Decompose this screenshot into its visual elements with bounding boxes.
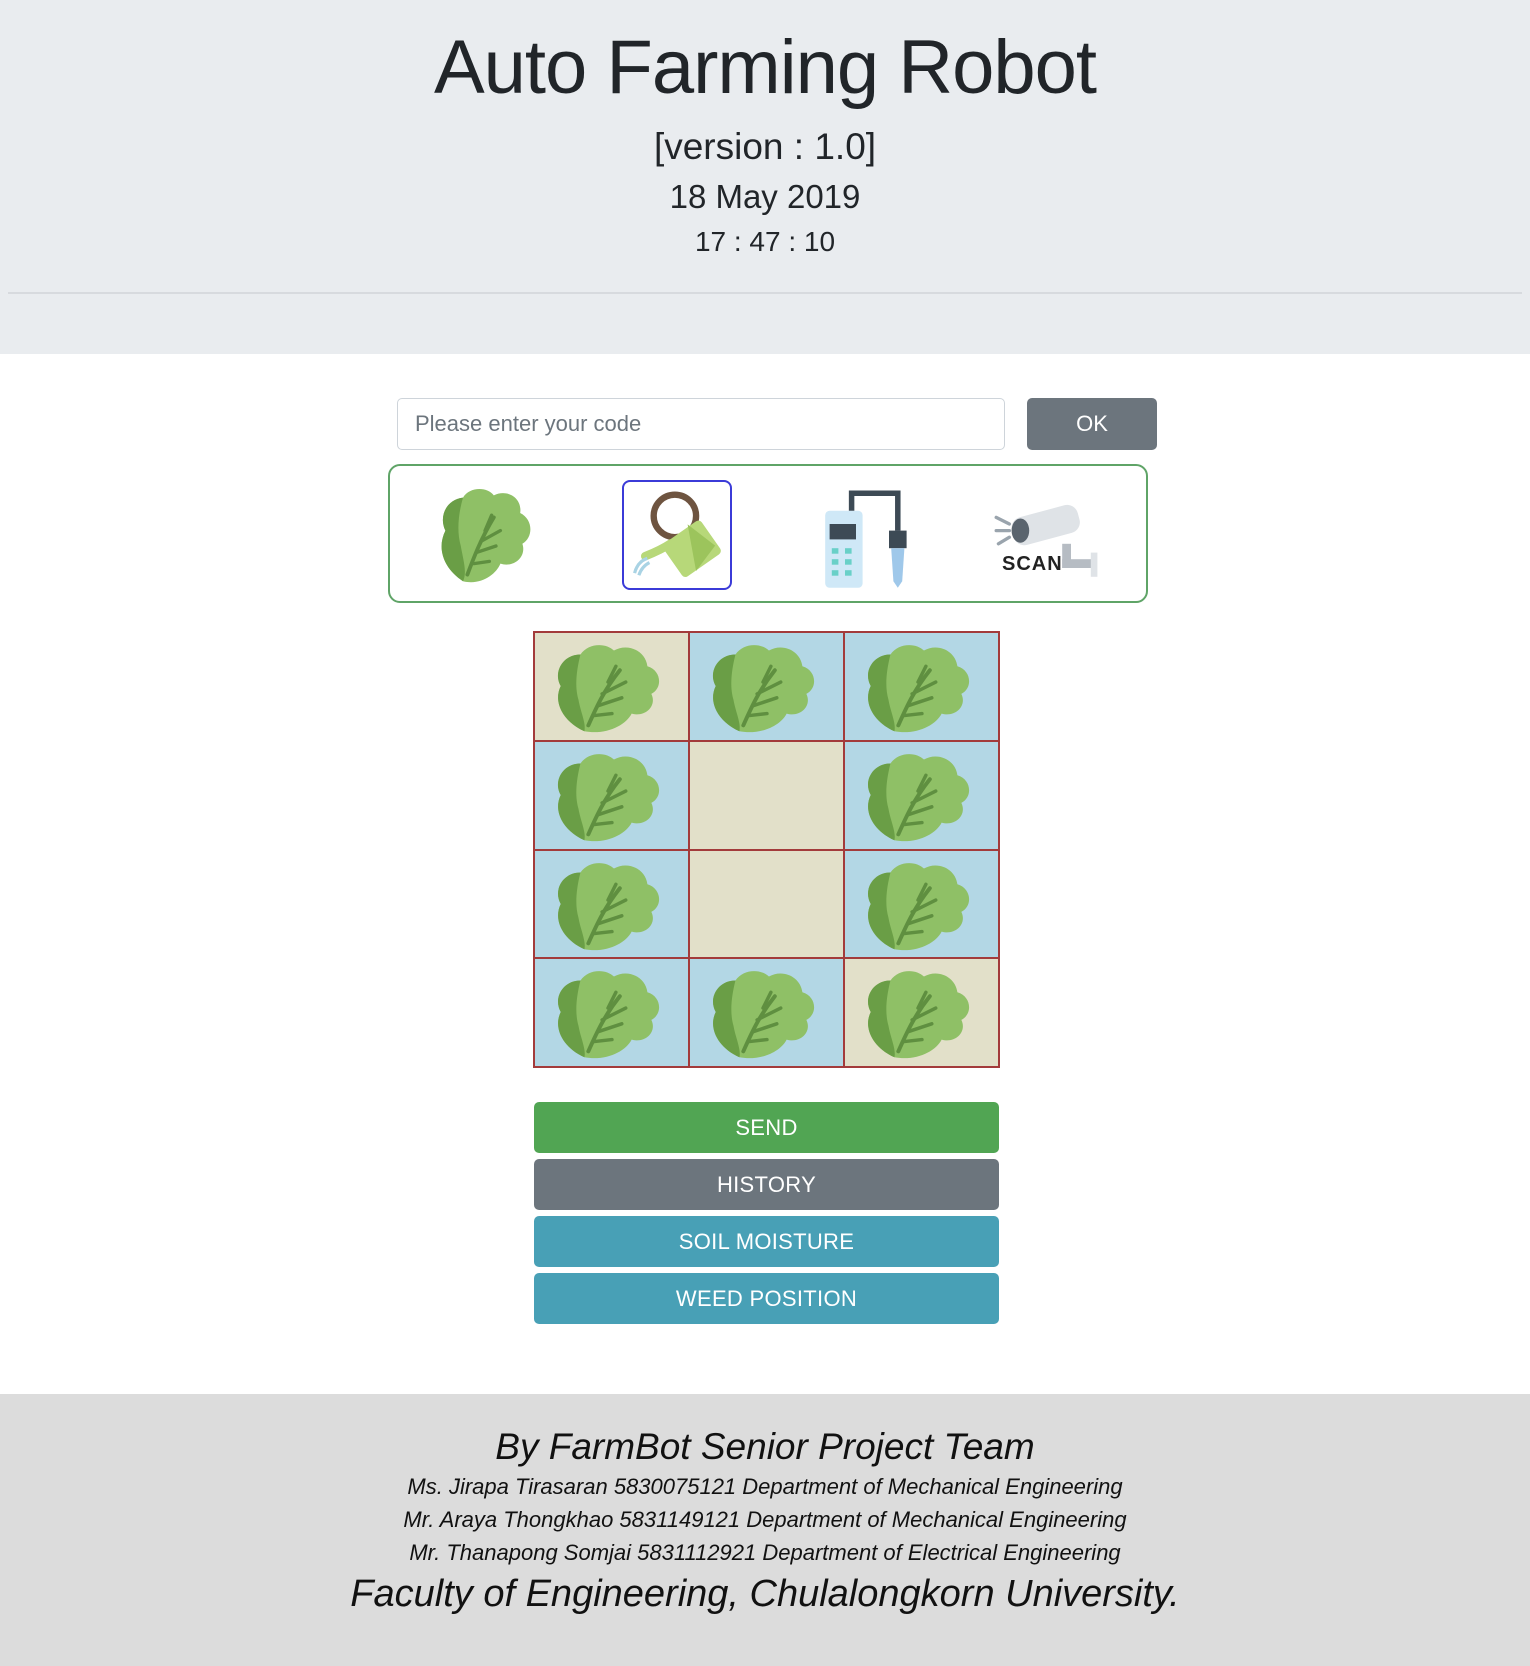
soil-sensor-icon	[825, 490, 907, 588]
header-divider	[8, 292, 1522, 294]
field-cell[interactable]	[689, 740, 844, 850]
lettuce-icon	[558, 645, 660, 733]
field-cell[interactable]	[534, 740, 689, 850]
page-title: Auto Farming Robot	[433, 25, 1097, 110]
field-cell[interactable]	[689, 849, 844, 959]
lettuce-icon	[713, 971, 815, 1059]
soil-moisture-button[interactable]: SOIL MOISTURE	[534, 1216, 999, 1267]
field-cell[interactable]	[534, 632, 689, 741]
field-cell[interactable]	[534, 849, 689, 959]
lettuce-icon	[868, 971, 970, 1059]
lettuce-icon	[868, 645, 970, 733]
scan-label: SCAN	[1002, 553, 1063, 575]
ok-button[interactable]: OK	[1027, 398, 1157, 450]
team-member: Mr. Araya Thongkhao 5831149121 Departmen…	[403, 1507, 1127, 1532]
weed-position-button[interactable]: WEED POSITION	[534, 1273, 999, 1324]
field-cell[interactable]	[844, 958, 999, 1067]
team-member: Ms. Jirapa Tirasaran 5830075121 Departme…	[407, 1474, 1123, 1499]
version-label: [version : 1.0]	[653, 126, 877, 167]
lettuce-icon	[441, 489, 531, 583]
code-input[interactable]	[397, 398, 1005, 450]
time-label: 17 : 47 : 10	[694, 226, 836, 257]
lettuce-icon	[558, 753, 660, 841]
lettuce-icon	[713, 645, 815, 733]
field-cell[interactable]	[689, 632, 844, 741]
tool-plant[interactable]	[430, 480, 540, 590]
history-button[interactable]: HISTORY	[534, 1159, 999, 1210]
tool-sensor[interactable]	[812, 480, 922, 590]
team-member: Mr. Thanapong Somjai 5831112921 Departme…	[409, 1540, 1121, 1565]
header: Auto Farming Robot [version : 1.0] 18 Ma…	[0, 0, 1530, 354]
field-grid	[533, 631, 1000, 1068]
team-title: By FarmBot Senior Project Team	[495, 1426, 1035, 1467]
field-cell[interactable]	[844, 849, 999, 959]
field-cell[interactable]	[844, 632, 999, 741]
field-cell[interactable]	[844, 740, 999, 850]
lettuce-icon	[868, 753, 970, 841]
lettuce-icon	[558, 971, 660, 1059]
date-label: 18 May 2019	[669, 178, 861, 215]
tool-water[interactable]	[622, 480, 732, 590]
send-button[interactable]: SEND	[534, 1102, 999, 1153]
code-form: OK	[397, 398, 1157, 450]
faculty-label: Faculty of Engineering, Chulalongkorn Un…	[350, 1573, 1180, 1615]
field-cell[interactable]	[534, 958, 689, 1067]
tool-selector: SCAN	[388, 464, 1148, 603]
watering-can-icon	[633, 491, 721, 577]
lettuce-icon	[868, 862, 970, 950]
tool-scan[interactable]: SCAN	[994, 480, 1104, 590]
field-cell[interactable]	[689, 958, 844, 1067]
footer: By FarmBot Senior Project Team Ms. Jirap…	[0, 1394, 1530, 1666]
lettuce-icon	[558, 862, 660, 950]
